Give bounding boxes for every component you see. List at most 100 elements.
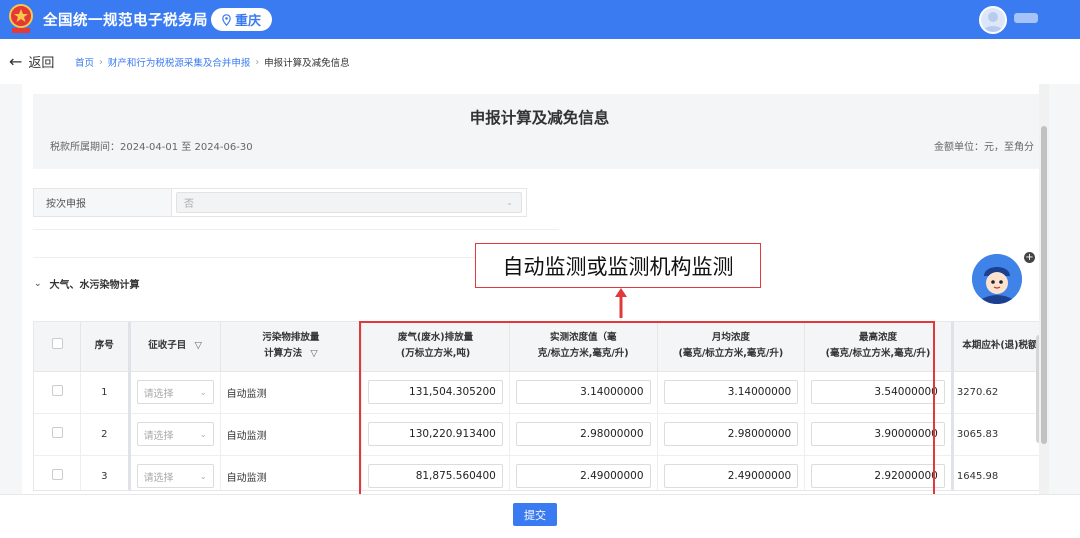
page-scrollbar[interactable]: [1041, 126, 1047, 444]
chevron-right-icon: ›: [99, 56, 103, 68]
chevron-right-icon: ›: [255, 56, 260, 68]
table-header-row: 序号 征收子目 ▽ 污染物排放量 计算方法 ▽ 废气(废水)排放量 (万标立方米…: [34, 322, 1045, 372]
item-select-placeholder: 请选择: [143, 472, 174, 484]
row-checkbox[interactable]: [51, 427, 63, 438]
breadcrumb-home[interactable]: 首页: [75, 55, 94, 69]
submit-button[interactable]: 提交: [513, 503, 557, 526]
monthly-input[interactable]: 3.14000000: [663, 380, 799, 404]
row-tax: 3270.62: [950, 371, 1045, 414]
header-item-label: 征收子目: [148, 340, 187, 352]
measured-input[interactable]: 2.49000000: [515, 464, 651, 488]
measured-input[interactable]: 2.98000000: [515, 422, 651, 446]
chevron-down-icon: ⌄: [199, 387, 207, 397]
item-select[interactable]: 请选择 ⌄: [136, 464, 214, 488]
header-max-line1: 最高浓度: [859, 332, 898, 344]
monthly-input[interactable]: 2.49000000: [663, 464, 799, 488]
row-check-cell: [34, 413, 82, 456]
row-volume-cell: 130,220.913400: [361, 413, 510, 456]
volume-input[interactable]: 130,220.913400: [368, 422, 503, 446]
assistant-mascot-icon: [972, 254, 1022, 304]
site-title: 全国统一规范电子税务局: [43, 13, 208, 29]
section-title: 大气、水污染物计算: [49, 280, 140, 291]
volume-input[interactable]: 81,875.560400: [368, 464, 503, 488]
volume-input[interactable]: 131,504.305200: [368, 380, 503, 404]
header-monthly-line1: 月均浓度: [711, 332, 750, 344]
row-max-cell: 3.54000000: [804, 371, 953, 414]
row-monthly-cell: 2.98000000: [657, 413, 806, 456]
select-all-cell: [34, 322, 82, 372]
monthly-input[interactable]: 2.98000000: [663, 422, 799, 446]
tax-emblem-icon: [9, 4, 33, 33]
row-check-cell: [34, 371, 82, 414]
section-toggle[interactable]: ⌄ 大气、水污染物计算: [34, 276, 140, 292]
header-measured-line2: 克/标立方米,毫克/升): [537, 348, 629, 360]
region-selector[interactable]: 重庆: [211, 8, 272, 31]
row-method: 自动监测: [220, 371, 363, 414]
max-input[interactable]: 3.54000000: [811, 380, 945, 404]
header-monthly: 月均浓度 (毫克/标立方米,毫克/升): [657, 322, 806, 372]
row-volume-cell: 81,875.560400: [361, 455, 510, 490]
header-measured-line1: 实测浓度值（毫: [549, 332, 617, 344]
location-pin-icon: [222, 13, 231, 26]
max-input[interactable]: 3.90000000: [811, 422, 945, 446]
breadcrumb-tax-source[interactable]: 财产和行为税税源采集及合并申报: [108, 55, 251, 69]
annotation-arrow-icon: [615, 288, 627, 318]
per-time-declaration-label: 按次申报: [34, 189, 172, 216]
filter-icon[interactable]: ▽: [195, 340, 202, 351]
header-monthly-line2: (毫克/标立方米,毫克/升): [678, 348, 784, 360]
row-monthly-cell: 3.14000000: [657, 371, 806, 414]
tax-period: 税款所属期间：2024-04-01 至 2024-06-30: [50, 142, 253, 153]
row-measured-cell: 2.98000000: [509, 413, 658, 456]
table-row: 2 请选择 ⌄ 自动监测 130,220.913400 2.98000000 2.…: [34, 413, 1045, 456]
row-method: 自动监测: [220, 455, 363, 490]
filter-icon[interactable]: ▽: [310, 348, 317, 359]
per-time-declaration-select[interactable]: 否 ⌄: [176, 192, 522, 213]
user-avatar[interactable]: [979, 6, 1007, 34]
item-select[interactable]: 请选择 ⌄: [136, 380, 214, 404]
header-seq: 序号: [80, 322, 130, 372]
measured-input[interactable]: 3.14000000: [515, 380, 651, 404]
table-row: 1 请选择 ⌄ 自动监测 131,504.305200 3.14000000 3.…: [34, 371, 1045, 414]
chevron-down-icon: ⌄: [199, 429, 207, 439]
region-label: 重庆: [234, 14, 261, 29]
header-max-line2: (毫克/标立方米,毫克/升): [825, 348, 931, 360]
user-name-redacted[interactable]: [1014, 13, 1038, 23]
assistant-mascot[interactable]: [972, 254, 1022, 304]
header-tax: 本期应补(退)税额: [950, 322, 1045, 372]
back-button[interactable]: ← 返回: [9, 52, 54, 71]
chevron-down-icon: ⌄: [34, 278, 42, 289]
pollutant-table: 序号 征收子目 ▽ 污染物排放量 计算方法 ▽ 废气(废水)排放量 (万标立方米…: [33, 321, 1046, 491]
item-select-placeholder: 请选择: [143, 388, 174, 400]
arrow-left-icon: ←: [9, 51, 23, 71]
per-time-declaration-value: 否: [184, 199, 194, 210]
row-max-cell: 2.92000000: [804, 455, 953, 490]
row-seq: 3: [80, 455, 130, 490]
row-item-cell: 请选择 ⌄: [127, 371, 221, 414]
breadcrumb-current: 申报计算及减免信息: [264, 58, 350, 69]
row-max-cell: 3.90000000: [804, 413, 953, 456]
row-checkbox[interactable]: [51, 385, 63, 396]
plus-icon[interactable]: +: [1024, 252, 1035, 263]
row-volume-cell: 131,504.305200: [361, 371, 510, 414]
select-all-checkbox[interactable]: [51, 337, 63, 349]
title-panel: 申报计算及减免信息 税款所属期间：2024-04-01 至 2024-06-30…: [33, 94, 1046, 169]
item-select[interactable]: 请选择 ⌄: [136, 422, 214, 446]
row-tax: 1645.98: [950, 455, 1045, 490]
chevron-down-icon: ⌄: [506, 198, 513, 207]
chevron-down-icon: ⌄: [199, 471, 207, 481]
row-item-cell: 请选择 ⌄: [127, 455, 221, 490]
amount-unit: 金额单位：元，至角分: [934, 142, 1034, 153]
per-time-declaration-row: 按次申报 否 ⌄: [33, 188, 527, 217]
header-method-line1: 污染物排放量: [262, 332, 320, 344]
page-title: 申报计算及减免信息: [469, 109, 610, 127]
row-checkbox[interactable]: [51, 469, 63, 480]
row-method: 自动监测: [220, 413, 363, 456]
breadcrumb: 首页 › 财产和行为税税源采集及合并申报 › 申报计算及减免信息: [75, 55, 350, 70]
header-method: 污染物排放量 计算方法 ▽: [220, 322, 363, 372]
table-row: 3 请选择 ⌄ 自动监测 81,875.560400 2.49000000 2.4…: [34, 455, 1045, 490]
header-volume-line2: (万标立方米,吨): [400, 348, 471, 360]
header-measured: 实测浓度值（毫 克/标立方米,毫克/升): [509, 322, 658, 372]
max-input[interactable]: 2.92000000: [811, 464, 945, 488]
header-volume-line1: 废气(废水)排放量: [397, 332, 474, 344]
header-volume: 废气(废水)排放量 (万标立方米,吨): [361, 322, 510, 372]
